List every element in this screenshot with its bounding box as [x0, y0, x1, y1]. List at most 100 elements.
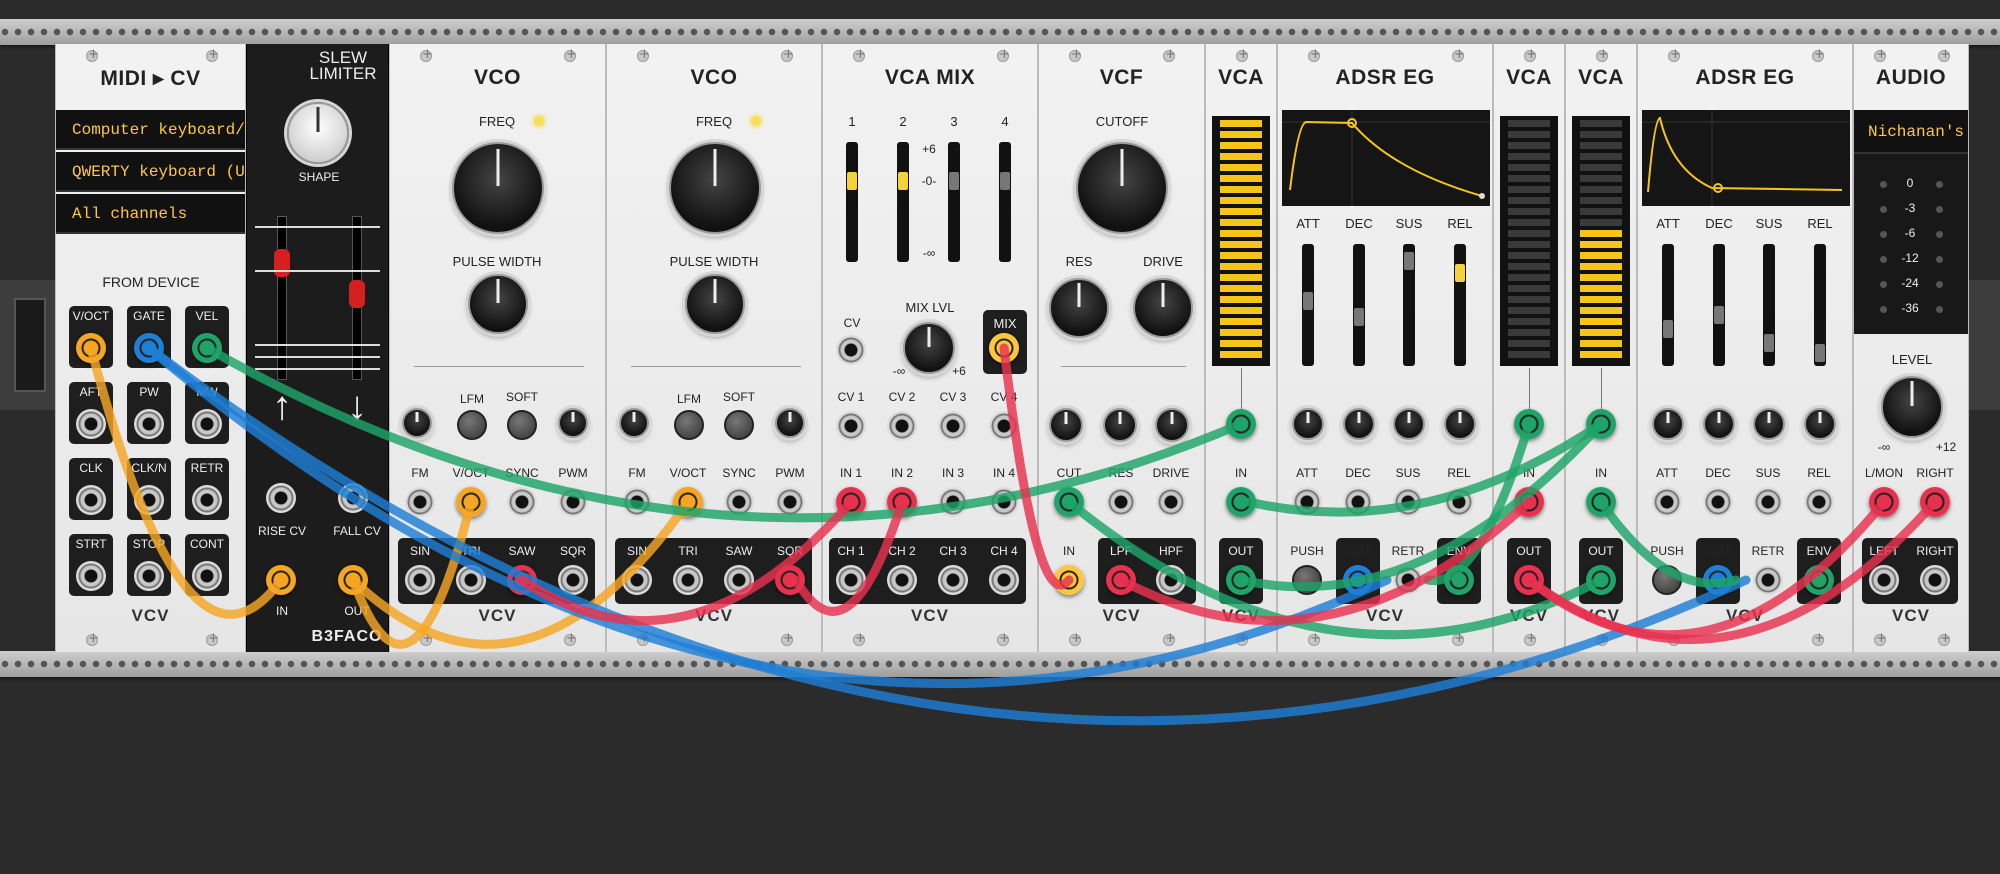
vco-input-2[interactable]	[724, 487, 754, 517]
adsr-cv-input-1[interactable]	[1703, 487, 1733, 517]
freq-knob[interactable]	[452, 142, 544, 234]
midi-output-9[interactable]	[76, 561, 106, 591]
mixer-input-1[interactable]	[887, 487, 917, 517]
release-slider[interactable]	[1454, 244, 1466, 366]
midi-output-2[interactable]	[192, 333, 222, 363]
vca-audio-input-2[interactable]	[1514, 487, 1544, 517]
vco-input-3[interactable]	[558, 487, 588, 517]
shape-knob[interactable]	[287, 102, 349, 164]
adsr-cv-input-2[interactable]	[1393, 487, 1423, 517]
vca-output-1[interactable]	[1226, 565, 1256, 595]
sustain-cv-knob[interactable]	[1753, 408, 1785, 440]
drive-cv-knob[interactable]	[1155, 408, 1189, 442]
mixer-mix-output[interactable]	[989, 333, 1019, 363]
mix-level-knob[interactable]	[903, 322, 955, 374]
adsr-gate-input-2[interactable]	[1703, 565, 1733, 595]
pulse-width-knob[interactable]	[685, 274, 745, 334]
midi-output-6[interactable]	[76, 485, 106, 515]
vcf-res-input[interactable]	[1106, 487, 1136, 517]
pwm-knob[interactable]	[558, 408, 588, 438]
freq-knob[interactable]	[669, 142, 761, 234]
midi-output-8[interactable]	[192, 485, 222, 515]
res-cv-knob[interactable]	[1103, 408, 1137, 442]
decay-slider[interactable]	[1353, 244, 1365, 366]
channel-1-fader[interactable]	[846, 142, 858, 262]
release-slider[interactable]	[1814, 244, 1826, 366]
vca-cv-input-2[interactable]	[1514, 409, 1544, 439]
adsr-cv-input-1[interactable]	[1343, 487, 1373, 517]
channel-4-fader[interactable]	[999, 142, 1011, 262]
mixer-input-3[interactable]	[989, 487, 1019, 517]
audio-left-output[interactable]	[1869, 565, 1899, 595]
mixer-output-2[interactable]	[938, 565, 968, 595]
vco-input-2[interactable]	[507, 487, 537, 517]
lfm-switch[interactable]	[674, 410, 704, 440]
sustain-slider[interactable]	[1763, 244, 1775, 366]
vco-output-3[interactable]	[558, 565, 588, 595]
midi-channel-display[interactable]: All channels	[56, 194, 245, 234]
adsr-retr-input[interactable]	[1393, 565, 1423, 595]
midi-device-display[interactable]: QWERTY keyboard (US	[56, 152, 245, 192]
midi-output-11[interactable]	[192, 561, 222, 591]
fall-slider-handle[interactable]	[349, 280, 365, 308]
cut-cv-knob[interactable]	[1049, 408, 1083, 442]
release-cv-knob[interactable]	[1804, 408, 1836, 440]
mixer-cv-input-0[interactable]	[836, 411, 866, 441]
rise-cv-jack[interactable]	[266, 483, 296, 513]
vco-output-0[interactable]	[405, 565, 435, 595]
mixer-cv-jack[interactable]	[836, 335, 866, 365]
mixer-input-2[interactable]	[938, 487, 968, 517]
level-knob[interactable]	[1881, 376, 1943, 438]
vco-sqr-output[interactable]	[775, 565, 805, 595]
fm-knob[interactable]	[619, 408, 649, 438]
channel-3-fader[interactable]	[948, 142, 960, 262]
vca-cv-input-3[interactable]	[1586, 409, 1616, 439]
vca-output-3[interactable]	[1586, 565, 1616, 595]
adsr-cv-input-3[interactable]	[1444, 487, 1474, 517]
mixer-cv-input-2[interactable]	[938, 411, 968, 441]
midi-output-10[interactable]	[134, 561, 164, 591]
midi-output-3[interactable]	[76, 409, 106, 439]
vco-output-2[interactable]	[724, 565, 754, 595]
soft-switch[interactable]	[724, 410, 754, 440]
midi-output-0[interactable]	[76, 333, 106, 363]
adsr-gate-input-1[interactable]	[1343, 565, 1373, 595]
vca-output-2[interactable]	[1514, 565, 1544, 595]
adsr-retr-input[interactable]	[1753, 565, 1783, 595]
vco-output-1[interactable]	[456, 565, 486, 595]
vcf-cut-input[interactable]	[1054, 487, 1084, 517]
adsr-cv-input-0[interactable]	[1292, 487, 1322, 517]
push-button[interactable]	[1292, 565, 1322, 595]
decay-slider[interactable]	[1713, 244, 1725, 366]
midi-output-1[interactable]	[134, 333, 164, 363]
vca-cv-input-1[interactable]	[1226, 409, 1256, 439]
adsr-env-output-2[interactable]	[1804, 565, 1834, 595]
audio-right-output[interactable]	[1920, 565, 1950, 595]
fm-knob[interactable]	[402, 408, 432, 438]
pulse-width-knob[interactable]	[468, 274, 528, 334]
vco-input-3[interactable]	[775, 487, 805, 517]
mixer-output-0[interactable]	[836, 565, 866, 595]
attack-cv-knob[interactable]	[1652, 408, 1684, 440]
mixer-cv-input-1[interactable]	[887, 411, 917, 441]
vca-audio-input-3[interactable]	[1586, 487, 1616, 517]
midi-output-7[interactable]	[134, 485, 164, 515]
midi-driver-display[interactable]: Computer keyboard/m	[56, 110, 245, 150]
lfm-switch[interactable]	[457, 410, 487, 440]
adsr-cv-input-2[interactable]	[1753, 487, 1783, 517]
adsr-cv-input-3[interactable]	[1804, 487, 1834, 517]
audio-right-input[interactable]	[1920, 487, 1950, 517]
attack-cv-knob[interactable]	[1292, 408, 1324, 440]
vcf-drive-input[interactable]	[1156, 487, 1186, 517]
mixer-cv-input-3[interactable]	[989, 411, 1019, 441]
vcf-lpf-output[interactable]	[1106, 565, 1136, 595]
mixer-input-0[interactable]	[836, 487, 866, 517]
cutoff-knob[interactable]	[1076, 142, 1168, 234]
vco-voct-input[interactable]	[673, 487, 703, 517]
sustain-slider[interactable]	[1403, 244, 1415, 366]
midi-output-5[interactable]	[192, 409, 222, 439]
vca-audio-input-1[interactable]	[1226, 487, 1256, 517]
slew-in-jack[interactable]	[266, 565, 296, 595]
audio-device-display[interactable]: Nichanan's A	[1854, 110, 1968, 154]
audio-left-input[interactable]	[1869, 487, 1899, 517]
